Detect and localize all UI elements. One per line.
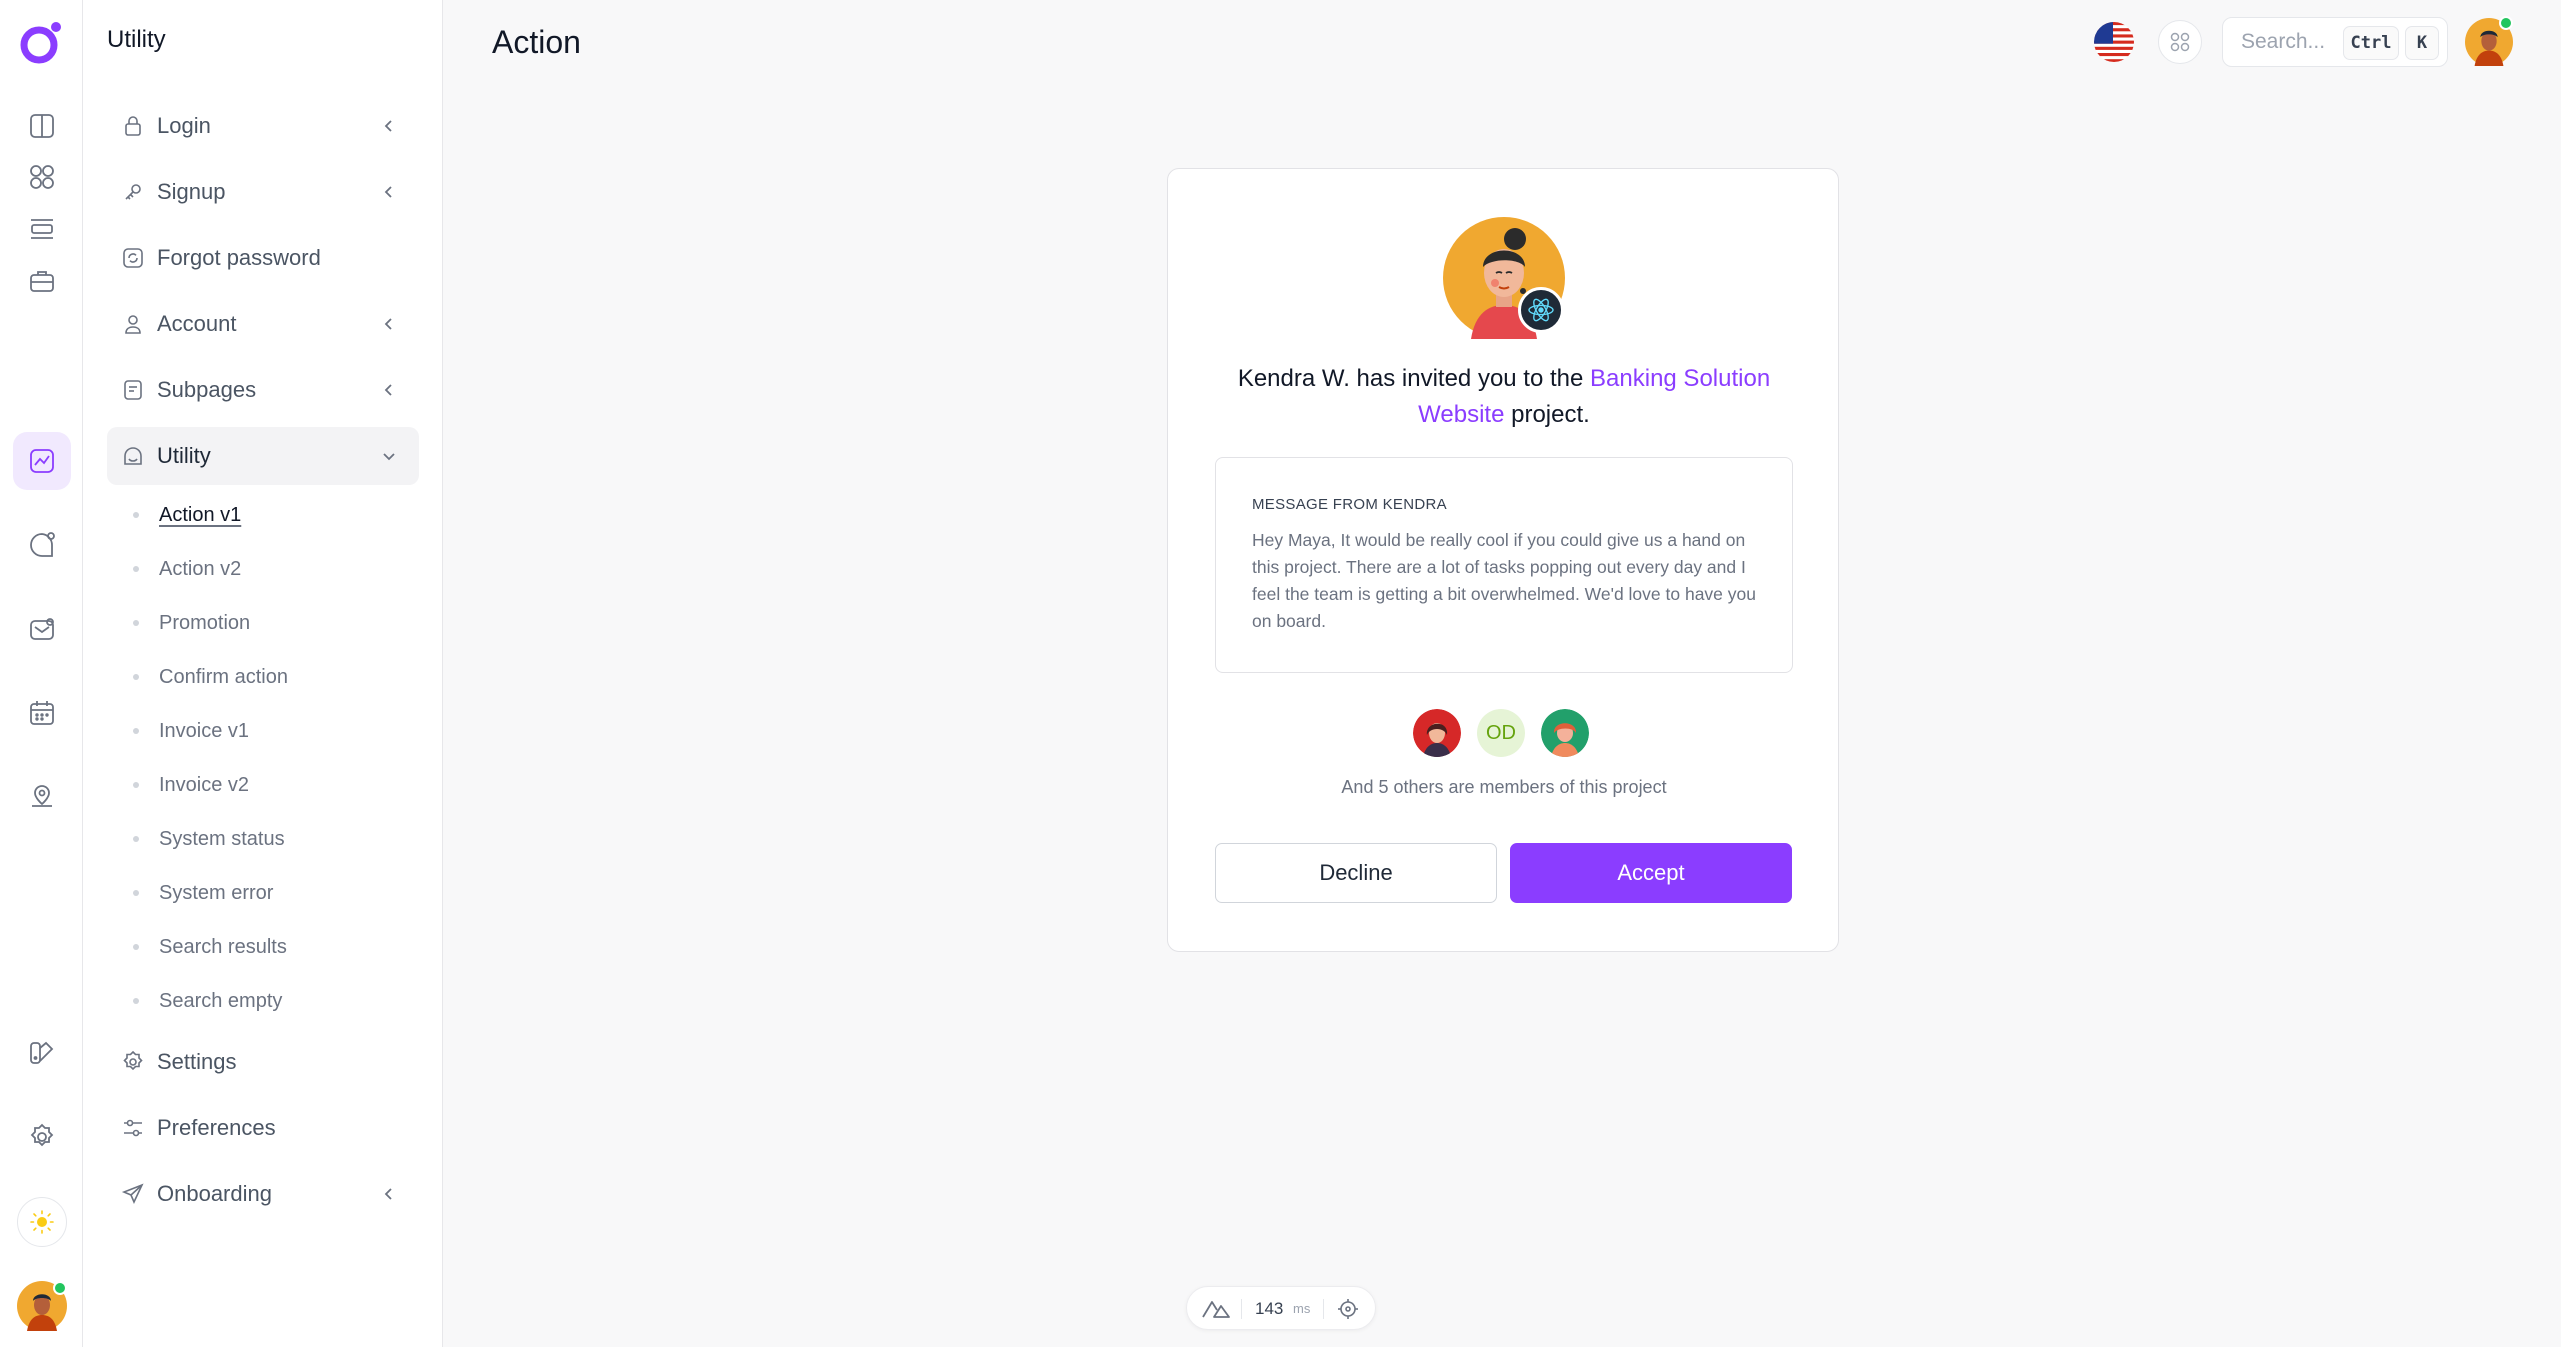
sidebar-item-label: Onboarding (157, 1181, 272, 1206)
member-avatar[interactable] (1541, 709, 1589, 757)
inbox-icon (121, 444, 145, 468)
language-flag-button[interactable] (2094, 22, 2134, 62)
sidebar-item-preferences[interactable]: Preferences (107, 1099, 419, 1157)
dashboard-grid-icon[interactable] (13, 148, 71, 206)
sidebar-item-label: Login (157, 113, 211, 138)
refresh-icon (121, 246, 145, 270)
mail-icon[interactable] (13, 600, 71, 658)
page-title: Action (492, 24, 581, 60)
sidebar-item-settings[interactable]: Settings (107, 1033, 419, 1091)
theme-toggle-button[interactable] (17, 1197, 67, 1247)
subitem-promotion[interactable]: Promotion (133, 608, 250, 638)
chevron-left-icon (384, 120, 392, 132)
subitem-system-error[interactable]: System error (133, 878, 273, 908)
online-status-dot (2499, 16, 2513, 30)
message-body: Hey Maya, It would be really cool if you… (1252, 530, 1756, 631)
subitem-invoice-v1[interactable]: Invoice v1 (133, 716, 249, 746)
brush-icon[interactable] (13, 1024, 71, 1082)
key-icon (121, 180, 145, 204)
invite-message: Kendra W. has invited you to the Banking… (1228, 361, 1780, 433)
apps-button[interactable] (2158, 20, 2202, 64)
invite-suffix: project. (1504, 401, 1590, 428)
sidebar-item-onboarding[interactable]: Onboarding (107, 1165, 419, 1223)
sidebar-item-label: Preferences (157, 1115, 276, 1140)
subitem-search-empty[interactable]: Search empty (133, 986, 282, 1016)
sidebar-item-label: Subpages (157, 377, 257, 402)
subitem-action-v1[interactable]: Action v1 (133, 500, 241, 530)
chevron-left-icon (384, 186, 392, 198)
subitem-system-status[interactable]: System status (133, 824, 285, 854)
us-flag-icon (2094, 22, 2134, 62)
members-note: And 5 others are members of this project (1341, 777, 1667, 797)
send-icon (121, 1182, 145, 1206)
devtools-perf-pill[interactable]: 143 ms (1186, 1286, 1376, 1330)
crosshair-icon[interactable] (1337, 1298, 1359, 1320)
react-badge (1518, 287, 1564, 333)
shortcut-k-key: K (2405, 26, 2439, 60)
online-status-dot (53, 1281, 67, 1295)
sun-icon (30, 1210, 54, 1234)
user-avatar[interactable] (17, 1281, 67, 1331)
sidebar-item-forgot-password[interactable]: Forgot password (107, 229, 419, 287)
chart-icon[interactable] (13, 432, 71, 490)
perf-unit: ms (1293, 1301, 1311, 1316)
sidebar-item-account[interactable]: Account (107, 295, 419, 353)
subitem-invoice-v2[interactable]: Invoice v2 (133, 770, 249, 800)
sidebar-item-label: Utility (157, 443, 211, 468)
message-box: MESSAGE FROM KENDRA Hey Maya, It would b… (1215, 457, 1793, 673)
map-pin-icon[interactable] (13, 768, 71, 826)
user-icon (121, 312, 145, 336)
search-placeholder: Search... (2241, 30, 2326, 53)
accept-button[interactable]: Accept (1510, 843, 1792, 903)
sliders-icon (121, 1116, 145, 1140)
member-avatar-initials[interactable]: OD (1477, 709, 1525, 757)
invite-prefix: Kendra W. has invited you to the (1237, 365, 1591, 392)
settings-icon[interactable] (13, 1108, 71, 1166)
sidebar-item-label: Settings (157, 1049, 237, 1074)
gear-icon (121, 1050, 145, 1074)
profile-avatar[interactable] (2465, 16, 2513, 66)
decline-button[interactable]: Decline (1215, 843, 1497, 903)
apps-grid-icon (2170, 32, 2190, 52)
shortcut-ctrl-key: Ctrl (2343, 26, 2399, 60)
sidebar-item-signup[interactable]: Signup (107, 163, 419, 221)
calendar-icon[interactable] (13, 684, 71, 742)
message-label: MESSAGE FROM KENDRA (1252, 496, 1447, 513)
logo-icon[interactable] (18, 20, 64, 66)
chevron-left-icon (384, 384, 392, 396)
member-avatars: OD (1413, 709, 1613, 759)
sidebar-item-label: Account (157, 311, 237, 336)
chevron-down-icon (383, 453, 395, 461)
sidebar-item-label: Signup (157, 179, 226, 204)
member-avatar[interactable] (1413, 709, 1461, 757)
nuxt-logo-icon (1202, 1301, 1230, 1318)
lock-icon (121, 114, 145, 138)
search-input[interactable]: Search... Ctrl K (2222, 17, 2448, 67)
sidebar-item-subpages[interactable]: Subpages (107, 361, 419, 419)
perf-value: 143 (1255, 1299, 1284, 1318)
page-icon (121, 378, 145, 402)
icon-rail (0, 0, 83, 1347)
sidebar-title: Utility (107, 26, 166, 53)
sidebar-item-label: Forgot password (157, 245, 321, 270)
briefcase-icon[interactable] (13, 252, 71, 310)
react-icon (1528, 298, 1554, 322)
subitem-search-results[interactable]: Search results (133, 932, 287, 962)
chevron-left-icon (384, 318, 392, 330)
sidebar-item-login[interactable]: Login (107, 97, 419, 155)
sidebar-item-utility[interactable]: Utility (107, 427, 419, 485)
sidebar-panel-icon[interactable] (13, 97, 71, 155)
subitem-action-v2[interactable]: Action v2 (133, 554, 241, 584)
chat-bubble-icon[interactable] (13, 516, 71, 574)
sidebar: Utility Login Signup Forgot password Acc… (83, 0, 443, 1347)
layers-icon[interactable] (13, 200, 71, 258)
subitem-confirm-action[interactable]: Confirm action (133, 662, 288, 692)
invite-card: Kendra W. has invited you to the Banking… (1167, 168, 1839, 952)
chevron-left-icon (384, 1188, 392, 1200)
